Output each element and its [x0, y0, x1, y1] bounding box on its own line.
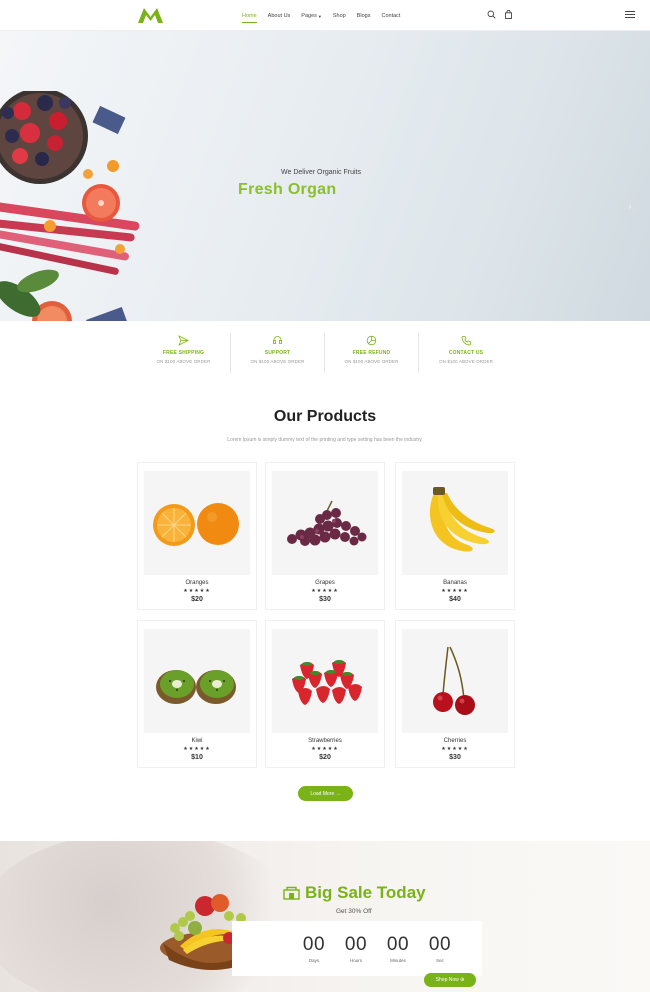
search-icon[interactable]: [487, 10, 496, 19]
countdown-minutes: 00 Minutes: [377, 921, 419, 976]
product-name: Cherries: [443, 738, 467, 744]
feature-desc: ON $100 ABOVE ORDER: [344, 359, 399, 364]
nav-pages[interactable]: Pages ▼: [301, 13, 322, 19]
product-card-strawberries[interactable]: Strawberries ★★★★★ $20: [265, 620, 385, 768]
shop-now-button[interactable]: Shop Now ⊕: [424, 973, 476, 987]
main-nav: Home About Us Pages ▼ Shop Blogs Contact: [242, 13, 411, 23]
countdown-hours: 00 Hours: [335, 921, 377, 976]
rating-stars: ★★★★★: [441, 746, 469, 752]
hero-title: Fresh Organ: [238, 181, 337, 198]
product-name: Kiwi: [191, 738, 203, 744]
strawberries-image: [292, 660, 362, 705]
product-image: [144, 471, 250, 575]
feature-desc: ON $100 ABOVE ORDER: [250, 359, 305, 364]
product-price: $20: [191, 596, 203, 603]
sale-subtitle: Get 30% Off: [336, 908, 372, 915]
paper-plane-icon: [178, 335, 189, 346]
feature-title: CONTACT US: [448, 350, 484, 356]
features-bar: FREE SHIPPING ON $100 ABOVE ORDER SUPPOR…: [137, 333, 513, 373]
product-price: $40: [449, 596, 461, 603]
cherries-image: [433, 646, 475, 715]
countdown-label: Hours: [349, 958, 362, 963]
feature-free-shipping: FREE SHIPPING ON $100 ABOVE ORDER: [137, 333, 231, 373]
feature-title: FREE REFUND: [352, 350, 391, 356]
fruit-platter-image: [0, 91, 140, 321]
countdown-label: Sec: [436, 958, 444, 963]
chevron-right-icon: ›: [628, 201, 632, 211]
products-heading: Our Products: [273, 408, 377, 425]
product-price: $30: [319, 596, 331, 603]
phone-icon: [461, 336, 471, 346]
nav-pages-label: Pages: [301, 13, 317, 19]
product-price: $10: [191, 754, 203, 761]
product-price: $30: [449, 754, 461, 761]
nav-blogs[interactable]: Blogs: [357, 13, 371, 19]
countdown-days: 00 Days: [293, 921, 335, 976]
countdown-value: 00: [428, 934, 452, 955]
sale-title: Big Sale Today: [283, 883, 426, 903]
feature-contact-us: CONTACT US ON $100 ABOVE ORDER: [419, 333, 513, 373]
product-image: [402, 471, 508, 575]
nav-shop[interactable]: Shop: [333, 13, 346, 19]
hero-banner: We Deliver Organic Fruits Fresh Organ ›: [0, 31, 650, 321]
product-image: [402, 629, 508, 733]
hamburger-menu-icon[interactable]: [625, 11, 635, 18]
site-header: Home About Us Pages ▼ Shop Blogs Contact: [0, 0, 650, 31]
bag-icon[interactable]: [504, 10, 513, 19]
kiwi-image: [156, 670, 236, 704]
product-name: Strawberries: [308, 738, 342, 744]
nav-about[interactable]: About Us: [268, 13, 291, 19]
gift-shop-icon: [283, 886, 300, 900]
product-card-oranges[interactable]: Oranges ★★★★★ $20: [137, 462, 257, 610]
feature-title: FREE SHIPPING: [162, 350, 205, 356]
product-name: Oranges: [185, 580, 209, 586]
nav-contact[interactable]: Contact: [382, 13, 401, 19]
rating-stars: ★★★★★: [441, 588, 469, 594]
countdown-label: Minutes: [390, 958, 406, 963]
countdown-seconds: 00 Sec: [419, 921, 461, 976]
products-description: Lorem Ipsum is simply dummy text of the …: [227, 437, 423, 443]
chevron-down-icon: ▼: [317, 13, 322, 19]
product-card-kiwi[interactable]: Kiwi ★★★★★ $10: [137, 620, 257, 768]
feature-support: SUPPORT ON $100 ABOVE ORDER: [231, 333, 325, 373]
feature-title: SUPPORT: [264, 350, 291, 356]
feature-desc: ON $100 ABOVE ORDER: [156, 359, 211, 364]
product-image: [272, 629, 378, 733]
product-card-grapes[interactable]: Grapes ★★★★★ $30: [265, 462, 385, 610]
load-more-button[interactable]: Load More →: [298, 786, 353, 801]
rating-stars: ★★★★★: [311, 746, 339, 752]
product-price: $20: [319, 754, 331, 761]
product-name: Bananas: [443, 580, 467, 586]
countdown-value: 00: [386, 934, 410, 955]
refund-icon: [366, 335, 377, 346]
bananas-image: [429, 487, 495, 552]
slider-next-button[interactable]: ›: [620, 196, 640, 216]
headset-icon: [273, 336, 282, 344]
product-card-cherries[interactable]: Cherries ★★★★★ $30: [395, 620, 515, 768]
rating-stars: ★★★★★: [311, 588, 339, 594]
rating-stars: ★★★★★: [183, 588, 211, 594]
product-card-bananas[interactable]: Bananas ★★★★★ $40: [395, 462, 515, 610]
feature-desc: ON $100 ABOVE ORDER: [439, 359, 493, 364]
nav-home[interactable]: Home: [242, 13, 257, 23]
countdown-value: 00: [344, 934, 368, 955]
product-image: [144, 629, 250, 733]
countdown-value: 00: [302, 934, 326, 955]
feature-free-refund: FREE REFUND ON $100 ABOVE ORDER: [325, 333, 419, 373]
countdown-timer: 00 Days 00 Hours 00 Minutes 00 Sec: [232, 921, 482, 976]
product-name: Grapes: [315, 580, 335, 586]
hero-subtitle: We Deliver Organic Fruits: [281, 169, 362, 176]
oranges-image: [153, 503, 239, 546]
product-image: [272, 471, 378, 575]
logo-icon[interactable]: [137, 7, 164, 24]
countdown-label: Days: [308, 958, 320, 963]
grapes-image: [287, 500, 367, 546]
rating-stars: ★★★★★: [183, 746, 211, 752]
sale-title-text: Big Sale Today: [305, 883, 426, 902]
